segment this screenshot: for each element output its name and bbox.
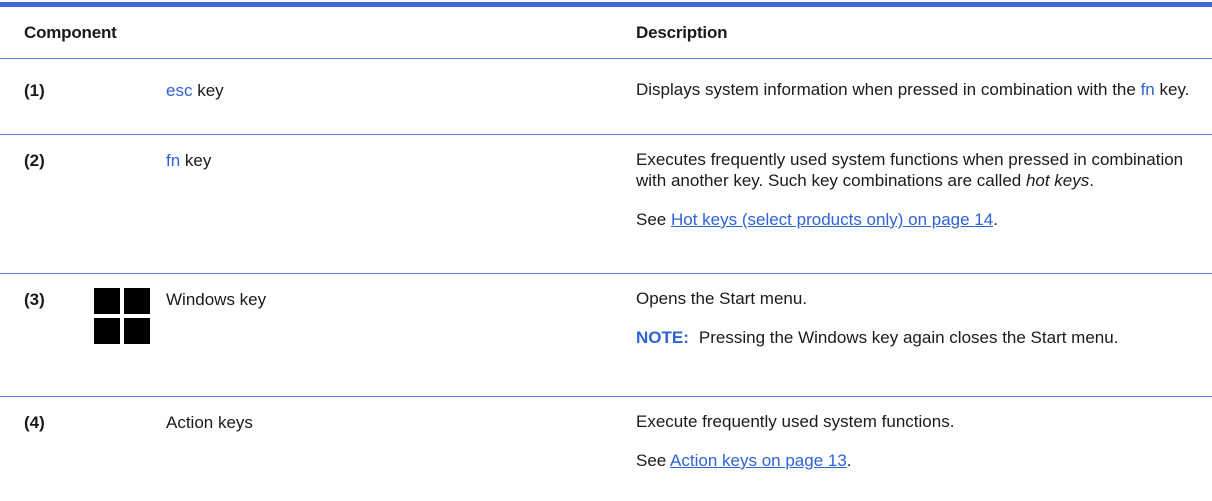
row-number: (3) [24, 290, 45, 309]
action-keys-link[interactable]: Action keys on page 13 [670, 451, 847, 470]
row-number: (4) [24, 413, 45, 432]
row-description: Executes frequently used system function… [636, 149, 1196, 230]
header-description: Description [636, 23, 728, 42]
table-row: (2) fn key Executes frequently used syst… [0, 135, 1212, 273]
component-label: esc key [166, 81, 224, 101]
desc-text: Displays system information when pressed… [636, 80, 1141, 99]
row-description: Displays system information when pressed… [636, 79, 1196, 100]
component-label: Windows key [166, 290, 267, 309]
header-component: Component [24, 23, 117, 42]
row-description: Execute frequently used system functions… [636, 411, 1196, 471]
key-suffix: key [180, 151, 212, 170]
row-number: (1) [24, 81, 45, 100]
component-label: fn key [166, 151, 211, 171]
desc-key: fn [1140, 80, 1155, 99]
component-label: Action keys [166, 413, 253, 432]
table-header-row: Component Description [0, 7, 1212, 59]
see-suffix: . [846, 451, 852, 470]
key-name: fn [166, 151, 181, 170]
key-suffix: key [192, 81, 224, 100]
desc-text: Opens the Start menu. [636, 289, 808, 308]
table-row: (1) esc key Displays system information … [0, 59, 1212, 134]
desc-text: Executes frequently used system function… [636, 150, 1184, 190]
see-prefix: See [636, 210, 671, 229]
row-number: (2) [24, 151, 45, 170]
key-name: esc [166, 81, 193, 100]
desc-text-end: . [1089, 171, 1094, 190]
hot-keys-link[interactable]: Hot keys (select products only) on page … [671, 210, 993, 229]
windows-logo-icon [94, 288, 150, 344]
see-prefix: See [636, 451, 671, 470]
desc-text: Execute frequently used system functions… [636, 412, 955, 431]
table-row: (3) Windows key Opens the Start menu. NO… [0, 274, 1212, 396]
desc-italic: hot keys [1025, 171, 1090, 190]
table-row: (4) Action keys Execute frequently used … [0, 397, 1212, 501]
note-label: NOTE: [636, 328, 689, 347]
note-text: Pressing the Windows key again closes th… [698, 328, 1119, 347]
desc-text-end: key. [1154, 80, 1190, 99]
row-description: Opens the Start menu. NOTE: Pressing the … [636, 288, 1196, 348]
see-suffix: . [993, 210, 998, 229]
